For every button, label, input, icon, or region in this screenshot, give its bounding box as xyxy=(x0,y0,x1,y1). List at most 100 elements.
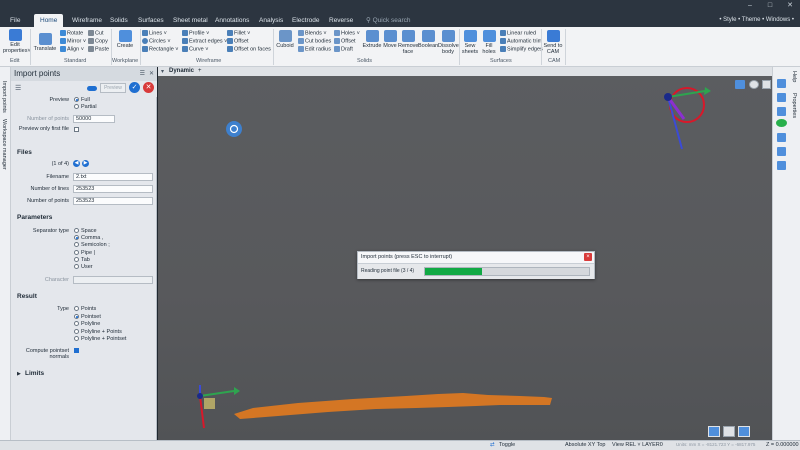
simplify-edges-button[interactable]: Simplify edges xyxy=(500,46,543,53)
number-of-points-input[interactable]: 50000 xyxy=(73,115,115,123)
tab-home[interactable]: Home xyxy=(34,14,64,27)
style-theme-windows[interactable]: • Style • Theme • Windows • xyxy=(719,14,794,27)
offset-button[interactable]: Offset xyxy=(227,38,249,45)
sep-tab-radio[interactable] xyxy=(74,257,79,262)
mirror-button[interactable]: Mirror ˅ xyxy=(60,38,86,45)
view-cube-icon[interactable] xyxy=(777,79,786,88)
linear-ruled-button[interactable]: Linear ruled xyxy=(500,30,536,37)
type-polyline-pointset-radio[interactable] xyxy=(74,336,79,341)
type-polyline-points-radio[interactable] xyxy=(74,329,79,334)
move-button[interactable]: Move xyxy=(382,30,398,49)
toggle-label[interactable]: Toggle xyxy=(499,442,515,448)
preview-first-file-checkbox[interactable] xyxy=(74,127,79,132)
fill-holes-button[interactable]: Fill holes xyxy=(480,30,498,55)
boolean-button[interactable]: Boolean xyxy=(418,30,438,49)
preview-full-radio[interactable] xyxy=(74,97,79,102)
cancel-x-icon[interactable]: ✕ xyxy=(143,82,154,93)
close-icon[interactable]: ✕ xyxy=(780,0,800,12)
view-cube-gizmo[interactable] xyxy=(664,87,711,150)
limits-section[interactable]: Limits xyxy=(25,370,44,377)
type-polyline-radio[interactable] xyxy=(74,321,79,326)
lines-button[interactable]: Lines ˅ xyxy=(142,30,167,37)
cut-button[interactable]: Cut xyxy=(88,30,104,37)
dissolve-body-button[interactable]: Dissolve body xyxy=(438,30,459,55)
tab-properties[interactable]: Properties xyxy=(791,93,797,118)
view-layer[interactable]: View REL ˅ LAYER0 xyxy=(612,442,663,448)
selection-icon[interactable] xyxy=(777,161,786,170)
sep-user-radio[interactable] xyxy=(74,264,79,269)
view-menu-icon[interactable]: ▾ xyxy=(161,68,164,75)
next-file-icon[interactable]: ▶ xyxy=(82,160,89,167)
toggle-icon[interactable]: ⇄ xyxy=(490,442,495,448)
extrude-button[interactable]: Extrude xyxy=(362,30,382,49)
sep-semicolon-radio[interactable] xyxy=(74,242,79,247)
profile-button[interactable]: Profile ˅ xyxy=(182,30,209,37)
render-icon[interactable] xyxy=(777,107,786,116)
tab-solids[interactable]: Solids xyxy=(104,14,134,27)
view-iso-icon[interactable] xyxy=(738,426,750,437)
ok-check-icon[interactable]: ✓ xyxy=(129,82,140,93)
preview-button[interactable]: Preview xyxy=(100,83,126,93)
sew-sheets-button[interactable]: Sew sheets xyxy=(461,30,479,55)
sep-space-radio[interactable] xyxy=(74,228,79,233)
curve-button[interactable]: Curve ˅ xyxy=(182,46,208,53)
tab-analysis[interactable]: Analysis xyxy=(253,14,289,27)
menu-icon[interactable]: ☰ xyxy=(15,84,21,92)
solid-offset-button[interactable]: Offset xyxy=(334,38,356,45)
view-orientation-icon[interactable] xyxy=(735,80,745,89)
send-to-cam-button[interactable]: Send to CAM xyxy=(543,30,563,55)
tab-annotations[interactable]: Annotations xyxy=(209,14,255,27)
number-of-points-file-field[interactable]: 253523 xyxy=(73,197,153,205)
translate-button[interactable]: Translate xyxy=(32,33,58,52)
extract-edges-button[interactable]: Extract edges ˅ xyxy=(182,38,227,45)
copy-button[interactable]: Copy xyxy=(88,38,108,45)
absolute-mode[interactable]: Absolute XY Top xyxy=(565,442,605,448)
tab-sheet-metal[interactable]: Sheet metal xyxy=(167,14,214,27)
sep-pipe-radio[interactable] xyxy=(74,250,79,255)
paste-button[interactable]: Paste xyxy=(88,46,109,53)
chevron-right-icon[interactable]: ▶ xyxy=(17,371,21,377)
tab-import-points[interactable]: Import points xyxy=(1,81,7,113)
view-top-icon[interactable] xyxy=(708,426,720,437)
filename-field[interactable]: 2.txt xyxy=(73,173,153,181)
auto-preview-toggle[interactable] xyxy=(87,86,97,91)
tab-dynamic-view[interactable]: Dynamic xyxy=(169,68,194,74)
prev-file-icon[interactable]: ◀ xyxy=(73,160,80,167)
remove-face-button[interactable]: Remove face xyxy=(398,30,418,55)
cuboid-button[interactable]: Cuboid xyxy=(275,30,295,49)
color-sphere-icon[interactable] xyxy=(776,119,787,127)
rotate-button[interactable]: Rotate xyxy=(60,30,83,37)
offset-on-faces-button[interactable]: Offset on faces xyxy=(227,46,271,53)
sep-comma-radio[interactable] xyxy=(74,235,79,240)
tab-electrode[interactable]: Electrode xyxy=(286,14,325,27)
section-view-icon[interactable] xyxy=(777,133,786,142)
quick-search[interactable]: ⚲ Quick search xyxy=(366,14,411,27)
type-points-radio[interactable] xyxy=(74,306,79,311)
draft-button[interactable]: Draft xyxy=(334,46,353,53)
cut-bodies-button[interactable]: Cut bodies xyxy=(298,38,331,45)
view-front-icon[interactable] xyxy=(723,426,735,437)
zoom-icon[interactable] xyxy=(749,80,759,89)
rectangle-button[interactable]: Rectangle ˅ xyxy=(142,46,179,53)
edit-radius-button[interactable]: Edit radius xyxy=(298,46,331,53)
blends-button[interactable]: Blends ˅ xyxy=(298,30,327,37)
align-button[interactable]: Align ˅ xyxy=(60,46,84,53)
tab-workspace-manager[interactable]: Workspace manager xyxy=(1,119,7,170)
zoom-fit-icon[interactable] xyxy=(762,80,771,89)
automatic-trim-button[interactable]: Automatic trim xyxy=(500,38,542,45)
number-of-lines-field[interactable]: 253523 xyxy=(73,185,153,193)
close-panel-icon[interactable]: ✕ xyxy=(149,70,154,77)
pin-icon[interactable]: ☰ xyxy=(140,70,145,77)
preview-partial-radio[interactable] xyxy=(74,104,79,109)
minimize-icon[interactable]: – xyxy=(740,0,760,12)
edit-properties-button[interactable]: Edit properties˅ xyxy=(3,29,31,54)
add-view-button[interactable]: + xyxy=(198,68,202,74)
tab-wireframe[interactable]: Wireframe xyxy=(66,14,108,27)
holes-button[interactable]: Holes ˅ xyxy=(334,30,360,37)
character-input[interactable] xyxy=(73,276,153,284)
maximize-icon[interactable]: □ xyxy=(760,0,780,12)
fillet-button[interactable]: Fillet ˅ xyxy=(227,30,250,37)
tab-reverse[interactable]: Reverse xyxy=(323,14,359,27)
compute-normals-checkbox[interactable] xyxy=(74,348,79,353)
file-menu[interactable]: File xyxy=(4,14,26,27)
